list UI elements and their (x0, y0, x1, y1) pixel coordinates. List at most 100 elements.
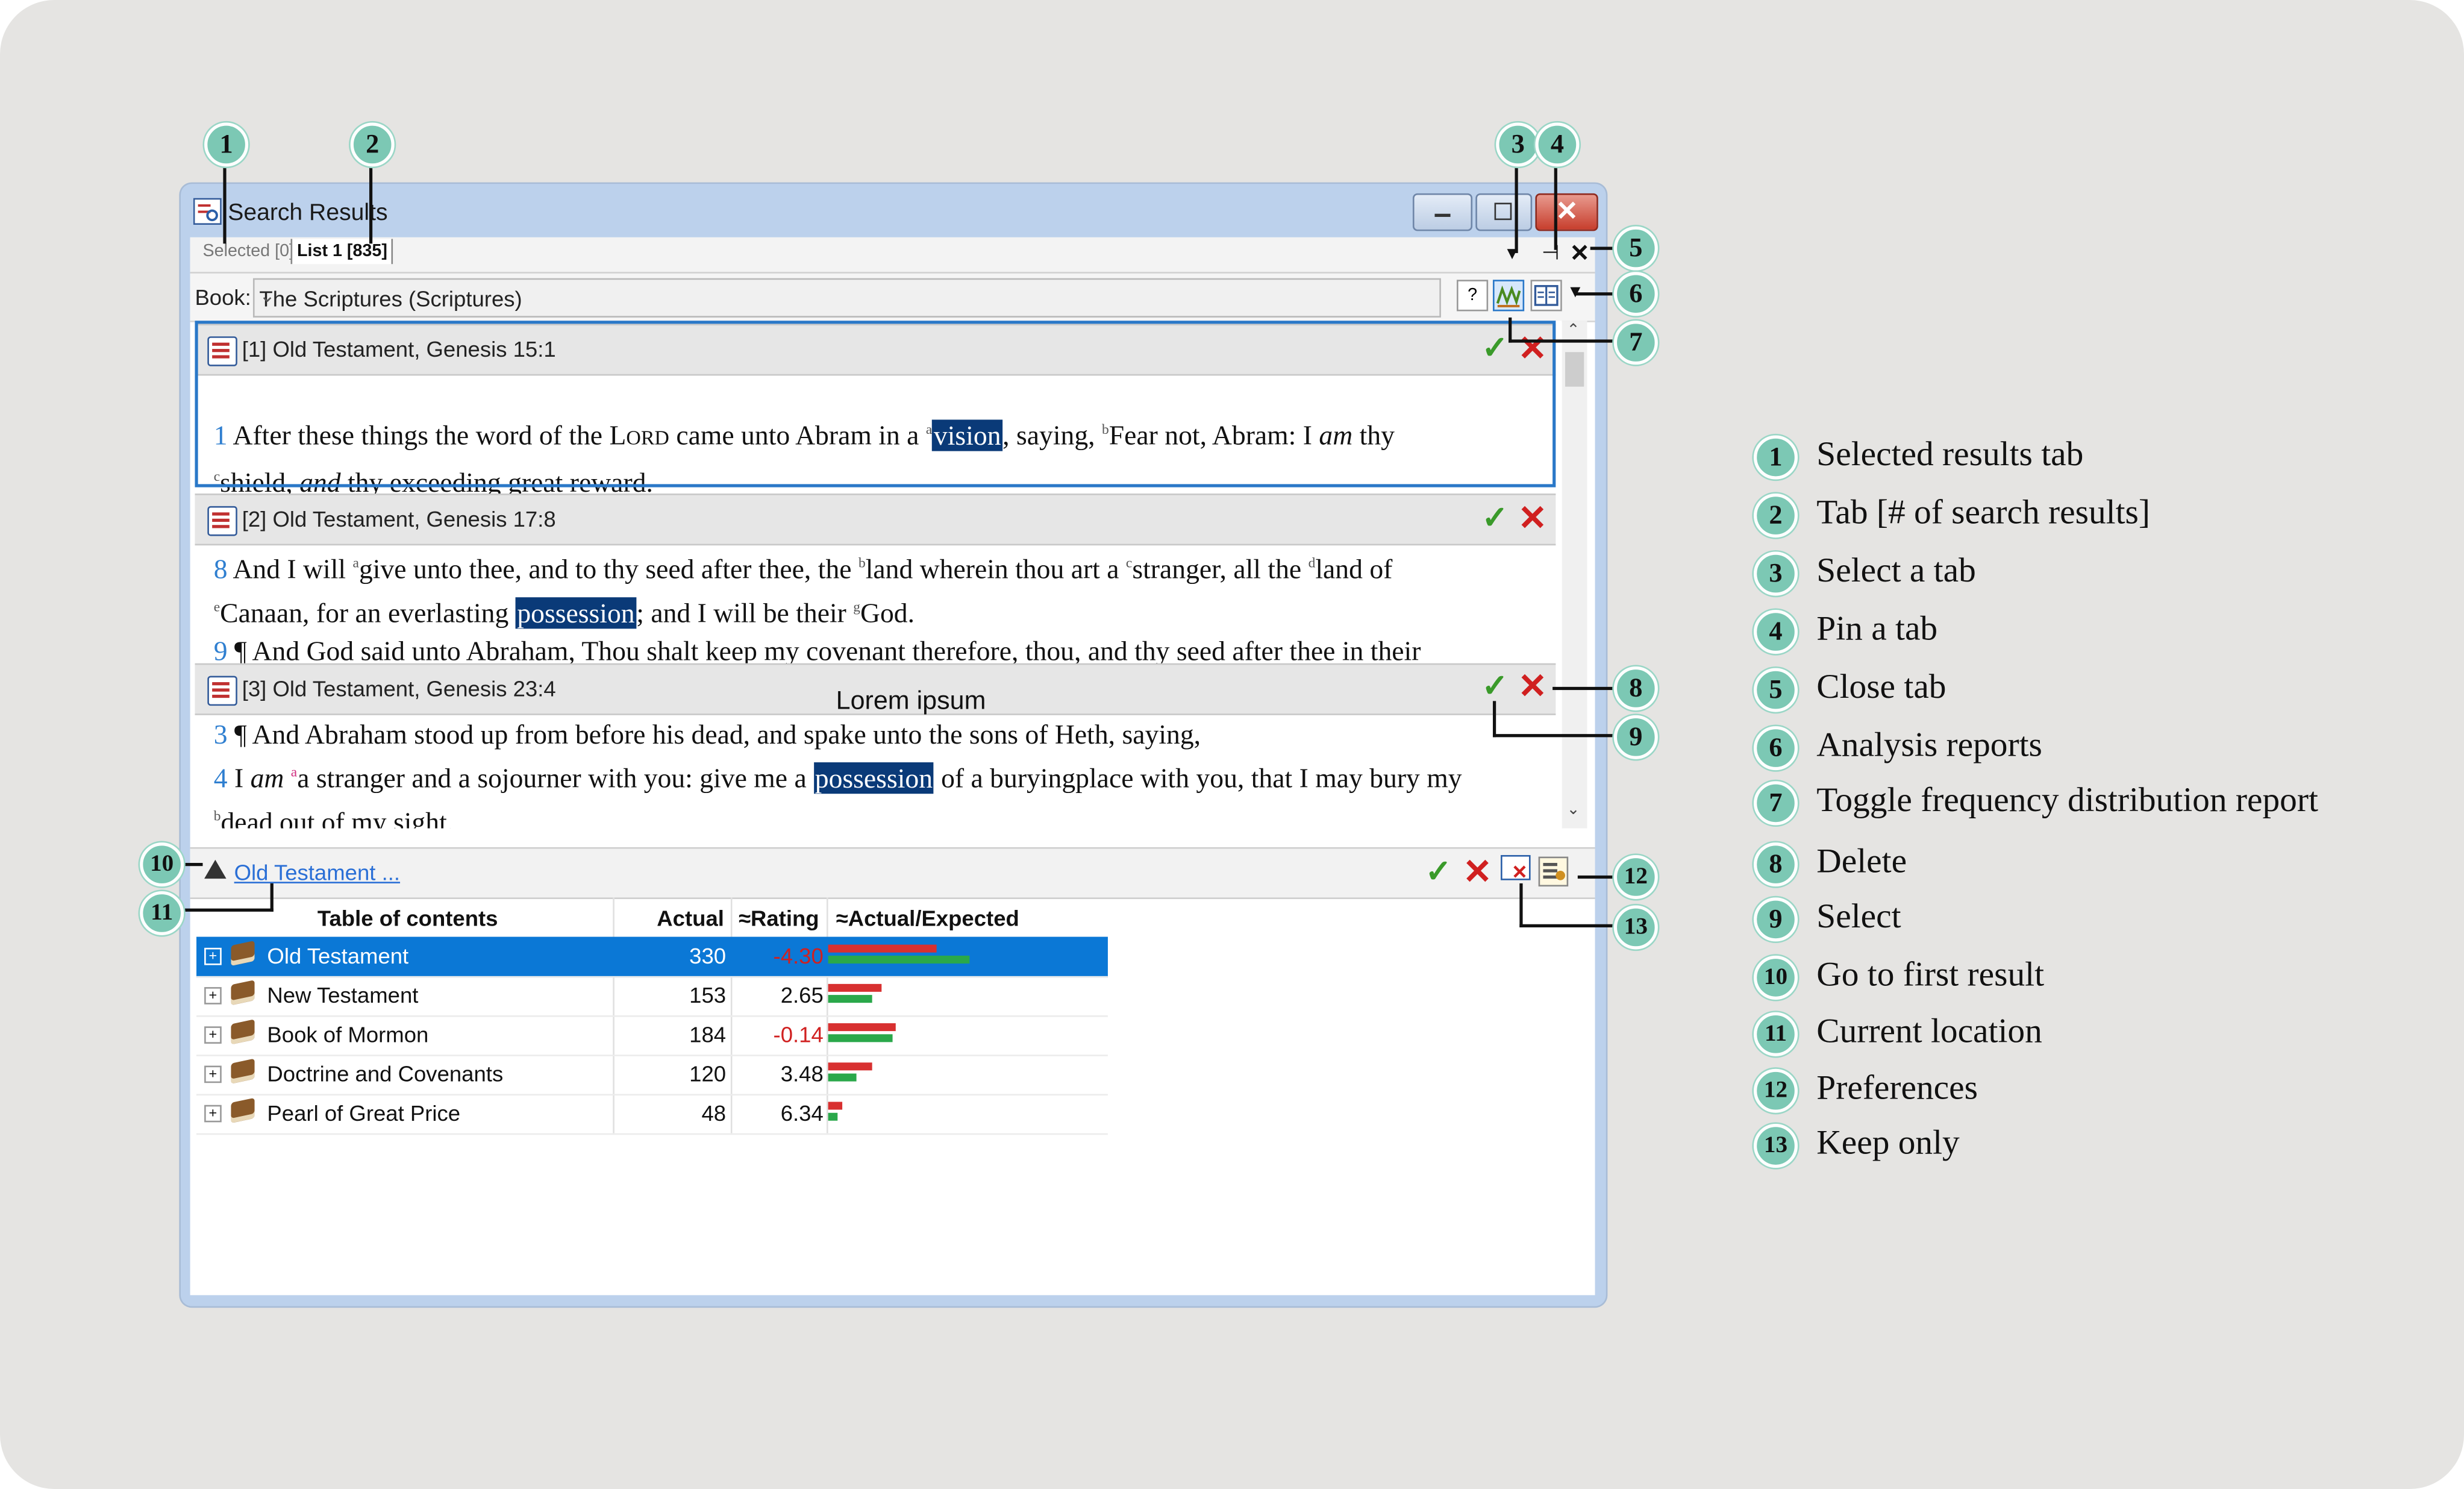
result-header[interactable]: [2] Old Testament, Genesis 17:8 ✓ ✕ (195, 494, 1556, 546)
callout-8: 8 (1613, 666, 1658, 710)
expand-icon[interactable]: + (204, 1026, 222, 1044)
leader-line (270, 883, 274, 912)
scrollbar-thumb[interactable] (1565, 352, 1584, 387)
column-header[interactable]: ≈Actual/Expected (836, 905, 1019, 930)
close-tab-icon[interactable]: ✕ (1570, 239, 1590, 267)
expand-icon[interactable]: + (204, 1105, 222, 1123)
callout-4: 4 (1535, 122, 1580, 167)
leader-line (1509, 339, 1619, 343)
legend-number: 7 (1753, 781, 1798, 826)
legend-number: 1 (1753, 435, 1798, 480)
results-scrollbar[interactable]: ⌃ ⌄ (1562, 321, 1587, 829)
navigation-row: Old Testament ... ✓ ✕ ✕ (190, 847, 1595, 900)
search-results-window: Search Results ✕ Selected [0] List 1 [83… (180, 184, 1606, 1306)
result-tabs: Selected [0] List 1 [835] ▾ ⊣ ✕ (190, 237, 1595, 274)
column-header[interactable]: ≈Rating (739, 905, 819, 930)
legend-label: Toggle frequency distribution report (1816, 779, 2318, 819)
verse-number[interactable]: 8 (214, 553, 228, 585)
row-name: Doctrine and Covenants (267, 1061, 504, 1086)
table-row[interactable]: + Pearl of Great Price 48 6.34 (196, 1094, 1108, 1135)
expected-bar (828, 995, 872, 1003)
delete-x-icon[interactable]: ✕ (1518, 501, 1549, 535)
legend-label: Preferences (1816, 1067, 1978, 1107)
row-name: New Testament (267, 982, 419, 1008)
callout-11: 11 (140, 891, 184, 935)
book-label: Book: (195, 284, 251, 310)
column-header[interactable]: Table of contents (317, 905, 498, 930)
frequency-distribution-icon[interactable] (1492, 280, 1525, 312)
delete-all-x-icon[interactable]: ✕ (1463, 854, 1494, 889)
expand-icon[interactable]: + (204, 987, 222, 1005)
search-hit[interactable]: possession (813, 762, 934, 794)
select-check-icon[interactable]: ✓ (1482, 503, 1513, 534)
row-actual: 153 (689, 982, 727, 1008)
legend-label: Pin a tab (1816, 608, 1938, 648)
verse-icon (207, 676, 237, 706)
table-row[interactable]: + New Testament 153 2.65 (196, 976, 1108, 1017)
book-icon (231, 1058, 255, 1084)
first-result-icon[interactable] (204, 859, 227, 879)
delete-x-icon[interactable]: ✕ (1518, 669, 1549, 703)
row-rating: 2.65 (780, 982, 824, 1008)
leader-line (369, 161, 373, 244)
expand-icon[interactable]: + (204, 947, 222, 965)
row-name: Old Testament (267, 943, 409, 968)
tab-selected[interactable]: Selected [0] (202, 242, 294, 261)
expand-icon[interactable]: + (204, 1065, 222, 1083)
legend-number: 12 (1753, 1068, 1798, 1113)
tab-list-1[interactable]: List 1 [835] (290, 239, 394, 265)
help-report-icon[interactable]: ? (1456, 280, 1489, 312)
chevron-down-icon: ⌄ (259, 284, 275, 307)
callout-1: 1 (204, 122, 249, 167)
table-row[interactable]: + Old Testament 330 -4.30 (196, 936, 1108, 978)
actual-bar (828, 1023, 896, 1032)
preferences-icon[interactable] (1538, 856, 1569, 887)
legend-label: Close tab (1816, 666, 1946, 706)
keep-only-icon[interactable]: ✕ (1501, 854, 1531, 882)
legend-label: Delete (1816, 841, 1907, 880)
table-header-row: Table of contents Actual ≈Rating ≈Actual… (196, 897, 1108, 939)
callout-10: 10 (140, 842, 184, 887)
row-rating: -4.30 (773, 943, 824, 968)
restore-button[interactable] (1475, 193, 1533, 231)
chevron-up-icon[interactable]: ⌃ (1567, 322, 1580, 340)
selected-result-outline (195, 321, 1556, 487)
leader-line (1577, 875, 1619, 879)
row-actual: 330 (689, 943, 727, 968)
leader-line (1519, 924, 1619, 927)
minimize-button[interactable] (1412, 193, 1473, 231)
search-hit[interactable]: possession (515, 597, 637, 629)
close-icon: ✕ (1556, 196, 1578, 227)
book-icon (231, 980, 255, 1006)
leader-line (1519, 883, 1523, 927)
current-location-link[interactable]: Old Testament ... (234, 860, 400, 885)
row-actual: 48 (701, 1100, 727, 1126)
leader-line (1492, 701, 1496, 738)
table-row[interactable]: + Doctrine and Covenants 120 3.48 (196, 1055, 1108, 1096)
book-select[interactable]: The Scriptures (Scriptures) ⌄ (252, 278, 1441, 318)
callout-2: 2 (350, 122, 395, 167)
chevron-down-icon[interactable]: ⌄ (1567, 801, 1580, 819)
result-title: [2] Old Testament, Genesis 17:8 (242, 506, 556, 531)
legend-number: 2 (1753, 494, 1798, 538)
row-name: Book of Mormon (267, 1021, 429, 1047)
verse-number[interactable]: 9 (214, 635, 228, 666)
table-row[interactable]: + Book of Mormon 184 -0.14 (196, 1015, 1108, 1056)
column-header[interactable]: Actual (657, 905, 724, 930)
leader-line (180, 863, 203, 867)
select-check-icon[interactable]: ✓ (1482, 671, 1513, 703)
verse-text: 8 And I will agive unto thee, and to thy… (213, 553, 1421, 666)
verse-number[interactable]: 4 (214, 762, 228, 794)
close-window-button[interactable]: ✕ (1535, 193, 1598, 231)
book-icon (231, 1097, 255, 1123)
analysis-reports-icon[interactable] (1530, 280, 1562, 312)
select-all-check-icon[interactable]: ✓ (1425, 857, 1457, 888)
legend-label: Select a tab (1816, 550, 1976, 590)
legend-number: 6 (1753, 726, 1798, 771)
row-rating: 6.34 (780, 1100, 824, 1126)
verse-number[interactable]: 3 (214, 718, 228, 750)
legend-number: 8 (1753, 842, 1798, 887)
callout-7: 7 (1613, 321, 1658, 365)
leader-line (1554, 161, 1557, 250)
leader-line (223, 161, 227, 244)
